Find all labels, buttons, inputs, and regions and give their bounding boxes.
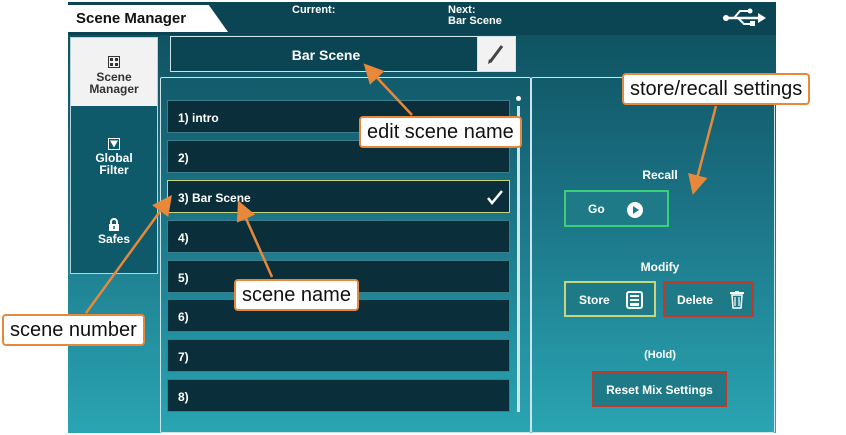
callout-edit-scene-name: edit scene name — [359, 116, 522, 148]
callout-arrows — [84, 63, 718, 314]
callout-scene-number: scene number — [2, 314, 145, 346]
callout-scene-name: scene name — [234, 279, 359, 311]
callout-store-recall: store/recall settings — [622, 73, 811, 105]
